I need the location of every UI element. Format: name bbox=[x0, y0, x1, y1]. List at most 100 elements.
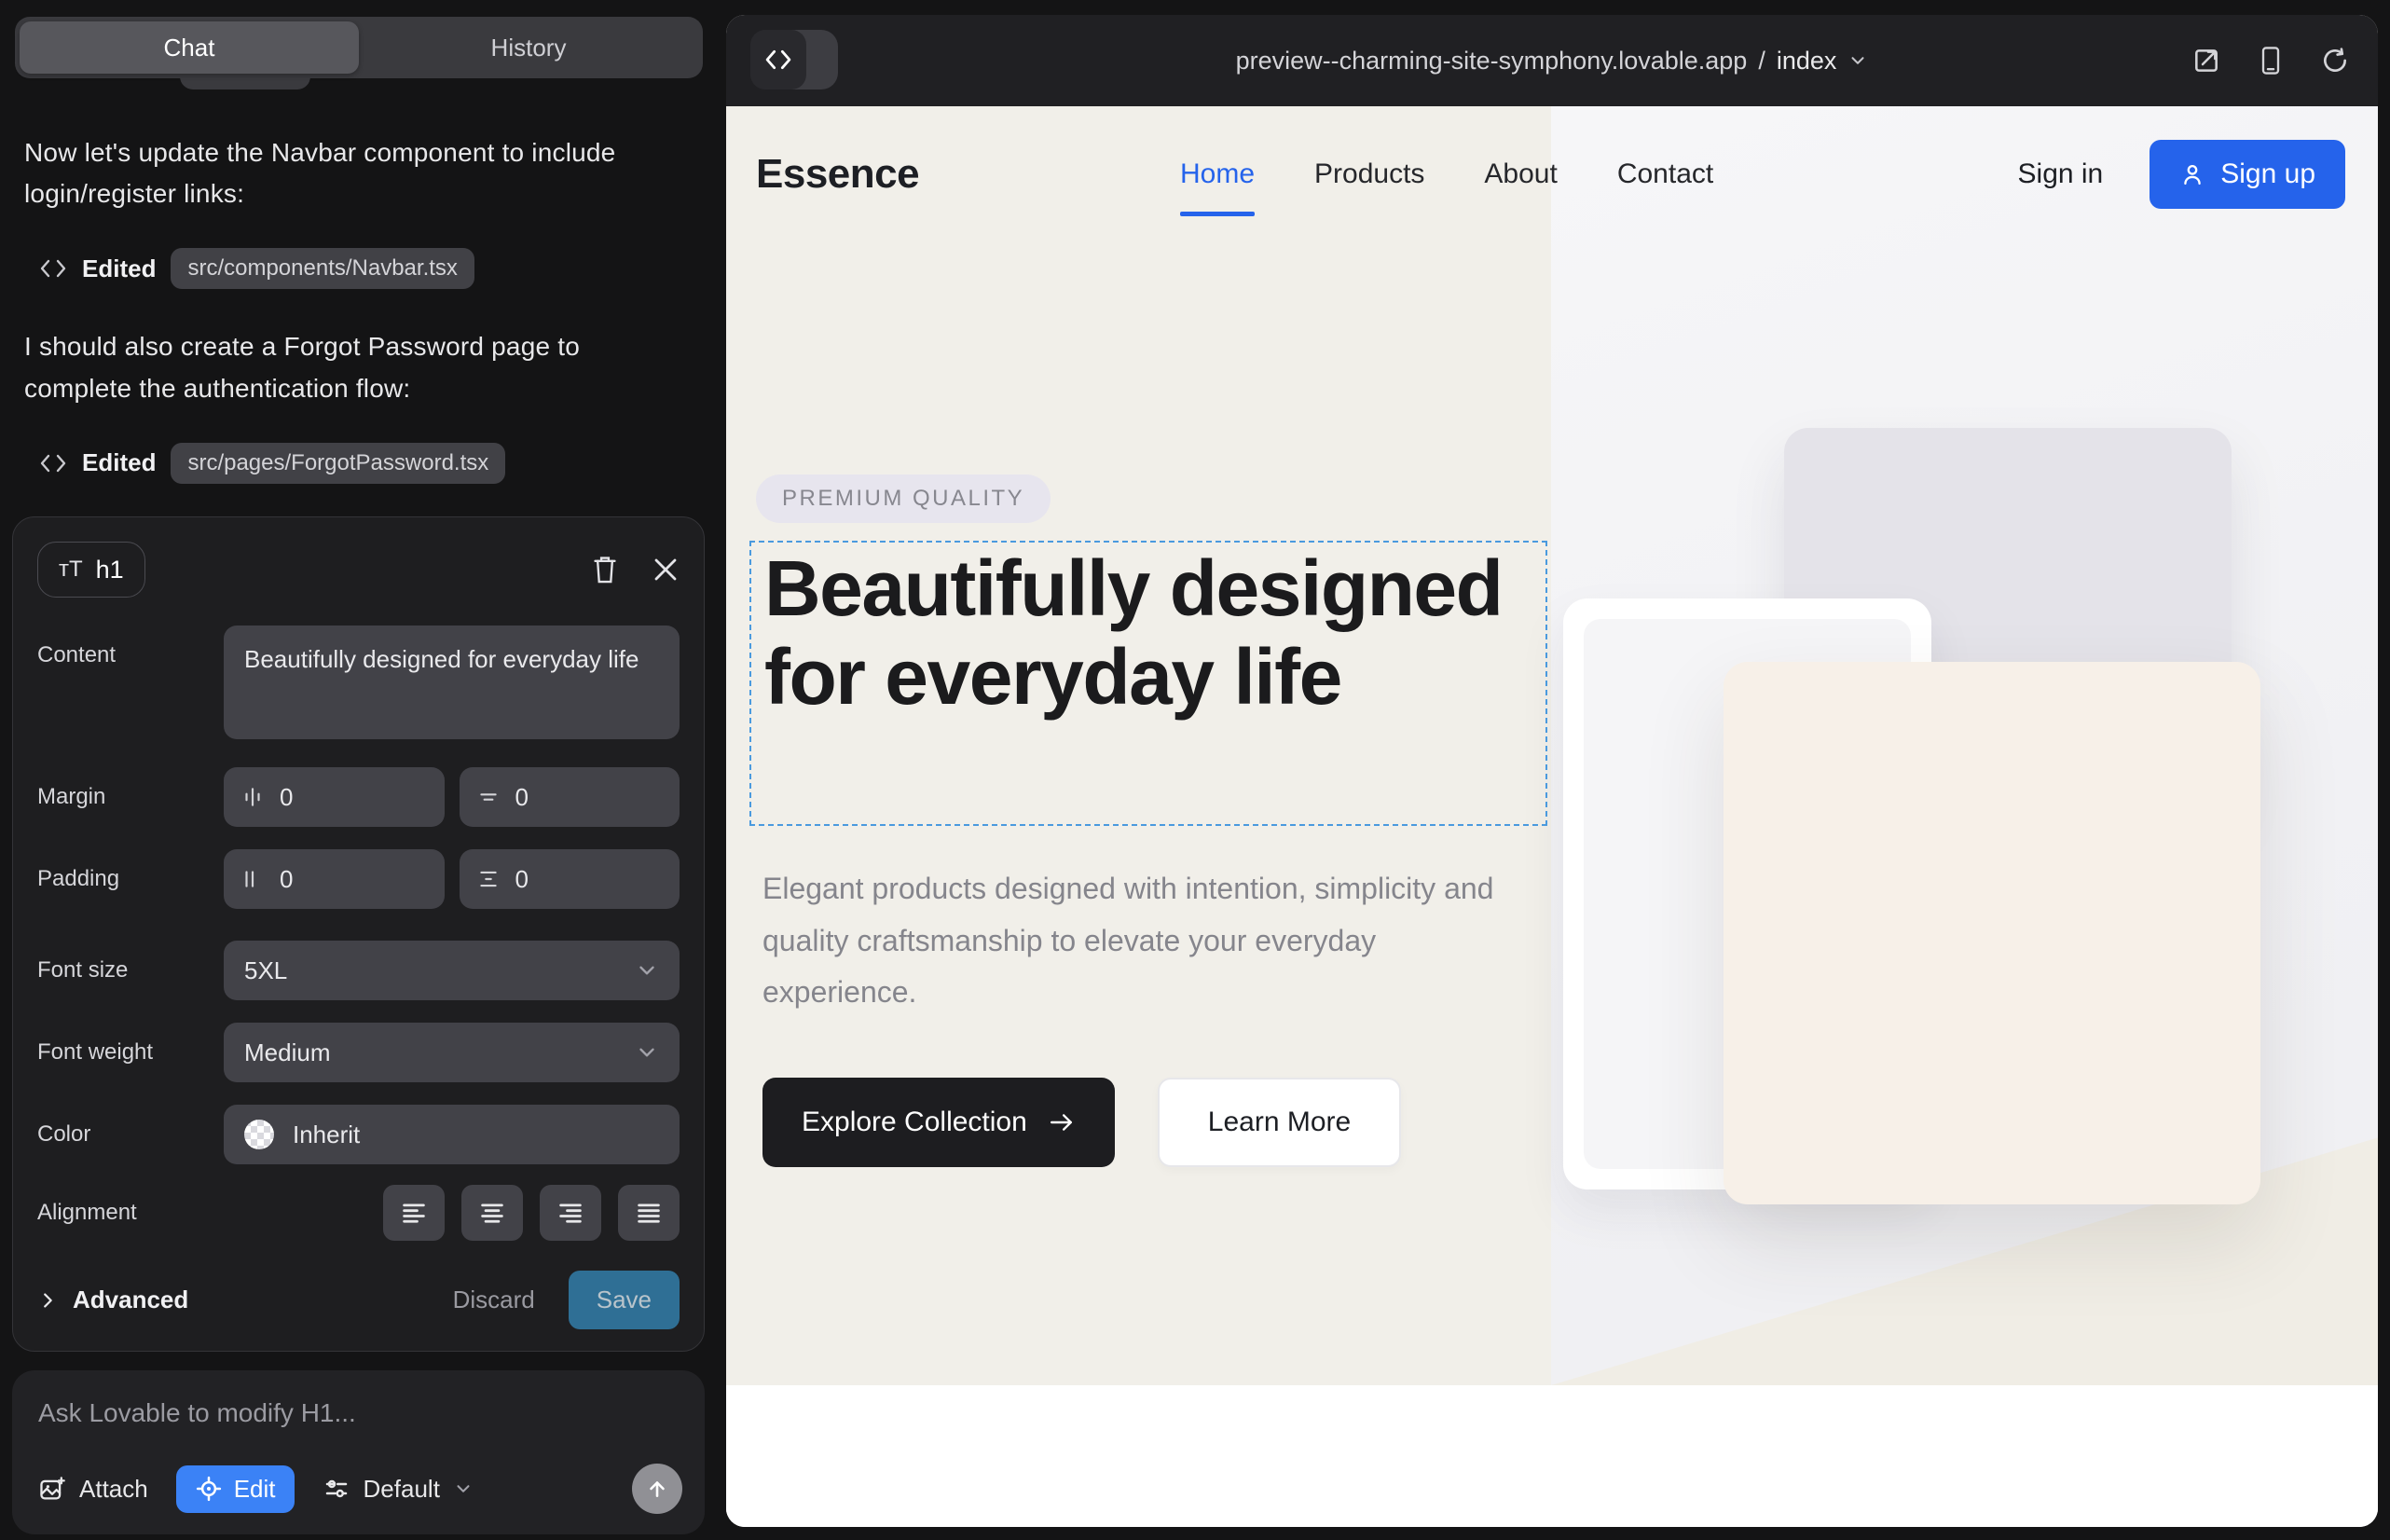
chat-transcript: Now let's update the Navbar component to… bbox=[24, 132, 690, 521]
sign-in-button[interactable]: Sign in bbox=[2018, 158, 2104, 190]
align-justify-button[interactable] bbox=[618, 1185, 680, 1241]
edit-mode-button[interactable]: Edit bbox=[176, 1465, 295, 1513]
padding-label: Padding bbox=[37, 866, 224, 892]
chevron-down-icon bbox=[453, 1478, 474, 1499]
preview-window: preview--charming-site-symphony.lovable.… bbox=[726, 15, 2378, 1527]
refresh-button[interactable] bbox=[2320, 46, 2350, 76]
font-weight-label: Font weight bbox=[37, 1039, 224, 1066]
lovable-sidebar: Chat History Now let's update the Navbar… bbox=[0, 0, 725, 1540]
sign-up-button[interactable]: Sign up bbox=[2150, 140, 2345, 209]
save-button[interactable]: Save bbox=[569, 1271, 680, 1329]
assistant-message: I should also create a Forgot Password p… bbox=[24, 326, 690, 408]
padding-y-input[interactable]: 0 bbox=[460, 849, 680, 909]
chevron-down-icon bbox=[635, 958, 659, 983]
arrow-up-icon bbox=[645, 1477, 669, 1501]
chevron-down-icon[interactable] bbox=[1847, 50, 1868, 71]
sliders-icon bbox=[323, 1475, 350, 1503]
decorative-card-cream bbox=[1724, 662, 2260, 1204]
padding-vertical-icon bbox=[476, 867, 501, 891]
align-justify-icon bbox=[635, 1200, 663, 1226]
premium-quality-badge: PREMIUM QUALITY bbox=[756, 474, 1051, 523]
default-label: Default bbox=[364, 1475, 440, 1504]
align-left-button[interactable] bbox=[383, 1185, 445, 1241]
close-editor-button[interactable] bbox=[652, 556, 680, 584]
font-weight-select[interactable]: Medium bbox=[224, 1023, 680, 1082]
hero-headline[interactable]: Beautifully designed for everyday life bbox=[764, 544, 1529, 722]
edited-file-chip[interactable]: src/components/Navbar.tsx bbox=[171, 248, 474, 289]
arrow-right-icon bbox=[1048, 1110, 1076, 1134]
code-icon bbox=[39, 452, 67, 474]
default-model-button[interactable]: Default bbox=[323, 1475, 474, 1504]
edited-file-chip[interactable]: src/pages/ForgotPassword.tsx bbox=[171, 443, 505, 484]
site-nav-links: Home Products About Contact bbox=[1180, 158, 1713, 190]
color-value: Inherit bbox=[293, 1121, 360, 1149]
padding-x-input[interactable]: 0 bbox=[224, 849, 445, 909]
explore-collection-button[interactable]: Explore Collection bbox=[762, 1078, 1115, 1167]
edited-label: Edited bbox=[82, 254, 156, 283]
edited-label: Edited bbox=[82, 448, 156, 477]
advanced-label: Advanced bbox=[73, 1286, 188, 1314]
margin-y-input[interactable]: 0 bbox=[460, 767, 680, 827]
section-below-hero bbox=[726, 1385, 2378, 1527]
learn-more-button[interactable]: Learn More bbox=[1158, 1078, 1401, 1167]
margin-y-value: 0 bbox=[515, 783, 529, 812]
edit-label: Edit bbox=[234, 1475, 276, 1504]
discard-button[interactable]: Discard bbox=[453, 1286, 535, 1314]
font-size-value: 5XL bbox=[244, 956, 287, 985]
font-weight-value: Medium bbox=[244, 1038, 330, 1067]
margin-x-input[interactable]: 0 bbox=[224, 767, 445, 827]
align-center-icon bbox=[478, 1200, 506, 1226]
margin-x-value: 0 bbox=[280, 783, 293, 812]
trash-icon bbox=[590, 554, 620, 585]
delete-element-button[interactable] bbox=[590, 554, 620, 585]
font-size-label: Font size bbox=[37, 957, 224, 983]
content-input[interactable]: Beautifully designed for everyday life bbox=[224, 626, 680, 739]
nav-link-products[interactable]: Products bbox=[1314, 158, 1424, 190]
selected-element-tag: h1 bbox=[96, 556, 124, 584]
close-icon bbox=[652, 556, 680, 584]
font-size-select[interactable]: 5XL bbox=[224, 941, 680, 1000]
external-link-icon bbox=[2191, 46, 2221, 76]
nav-link-home[interactable]: Home bbox=[1180, 158, 1255, 190]
preview-page-name[interactable]: index bbox=[1777, 47, 1837, 76]
site-navbar: Essence Home Products About Contact Sign… bbox=[726, 106, 2378, 255]
mobile-view-button[interactable] bbox=[2257, 46, 2285, 76]
url-separator: / bbox=[1758, 47, 1765, 76]
transparent-color-swatch bbox=[244, 1120, 274, 1149]
open-in-new-tab-button[interactable] bbox=[2191, 46, 2221, 76]
nav-link-about[interactable]: About bbox=[1484, 158, 1557, 190]
user-icon bbox=[2179, 161, 2205, 187]
element-editor-panel: тT h1 Content Beautifully designed for e… bbox=[12, 516, 705, 1352]
attach-button[interactable]: Attach bbox=[38, 1475, 148, 1504]
align-left-icon bbox=[400, 1200, 428, 1226]
padding-y-value: 0 bbox=[515, 865, 529, 894]
tab-chat[interactable]: Chat bbox=[20, 21, 359, 74]
attach-label: Attach bbox=[79, 1475, 148, 1504]
sign-up-label: Sign up bbox=[2220, 158, 2315, 190]
margin-vertical-icon bbox=[476, 785, 501, 809]
color-select[interactable]: Inherit bbox=[224, 1105, 680, 1164]
assistant-message: Now let's update the Navbar component to… bbox=[24, 132, 690, 214]
advanced-toggle[interactable]: Advanced bbox=[37, 1286, 188, 1314]
edited-file-row: Edited src/components/Navbar.tsx bbox=[39, 248, 690, 289]
composer-placeholder[interactable]: Ask Lovable to modify H1... bbox=[38, 1398, 679, 1428]
align-right-icon bbox=[556, 1200, 584, 1226]
tab-history[interactable]: History bbox=[359, 21, 698, 74]
target-icon bbox=[195, 1475, 223, 1503]
mobile-device-icon bbox=[2257, 46, 2285, 76]
site-logo[interactable]: Essence bbox=[756, 151, 919, 198]
url-bar[interactable]: preview--charming-site-symphony.lovable.… bbox=[726, 15, 2378, 106]
send-button[interactable] bbox=[632, 1464, 682, 1514]
selected-element-outline[interactable]: Beautifully designed for everyday life bbox=[749, 541, 1547, 826]
align-center-button[interactable] bbox=[461, 1185, 523, 1241]
chat-composer[interactable]: Ask Lovable to modify H1... Attach Edit … bbox=[12, 1370, 705, 1534]
padding-horizontal-icon bbox=[240, 867, 265, 891]
alignment-label: Alignment bbox=[37, 1200, 224, 1226]
align-right-button[interactable] bbox=[540, 1185, 601, 1241]
margin-label: Margin bbox=[37, 784, 224, 810]
attach-image-icon bbox=[38, 1475, 66, 1503]
nav-link-contact[interactable]: Contact bbox=[1617, 158, 1713, 190]
padding-x-value: 0 bbox=[280, 865, 293, 894]
selected-element-pill[interactable]: тT h1 bbox=[37, 542, 145, 598]
chevron-down-icon bbox=[635, 1040, 659, 1065]
